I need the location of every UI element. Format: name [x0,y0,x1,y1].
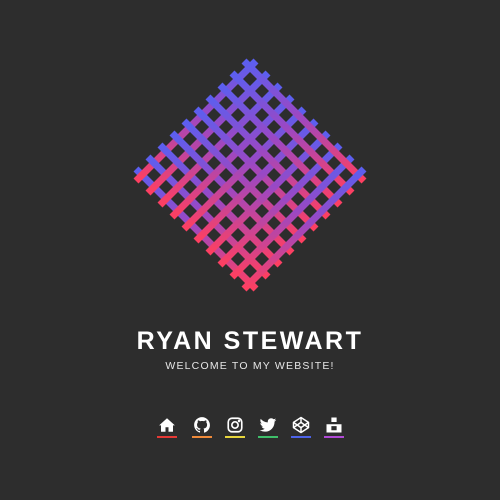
twitter-underline [258,436,278,438]
codepen-underline [291,436,311,438]
weave-strand [241,166,367,292]
site-title: RYAN STEWART [136,327,364,355]
weave-strand [229,154,355,280]
instagram-underline [225,436,245,438]
site-tagline: WELCOME TO MY WEBSITE! [165,360,335,372]
home-link[interactable] [155,414,179,440]
github-link[interactable] [190,414,214,440]
woven-diamond-logo [133,58,367,292]
instagram-link[interactable] [223,414,247,440]
landing-page: RYAN STEWART WELCOME TO MY WEBSITE! [0,0,500,500]
dev-icon [326,417,342,433]
dev-link[interactable] [322,414,346,440]
dev-underline [324,436,344,438]
social-links [155,414,355,444]
github-icon [194,417,210,433]
codepen-link[interactable] [289,414,313,440]
twitter-link[interactable] [256,414,280,440]
home-underline [157,436,177,438]
home-icon [159,418,175,432]
weave-strand [241,58,367,184]
twitter-icon [259,418,277,432]
codepen-icon [292,416,310,434]
github-underline [192,436,212,438]
instagram-icon [227,417,243,433]
